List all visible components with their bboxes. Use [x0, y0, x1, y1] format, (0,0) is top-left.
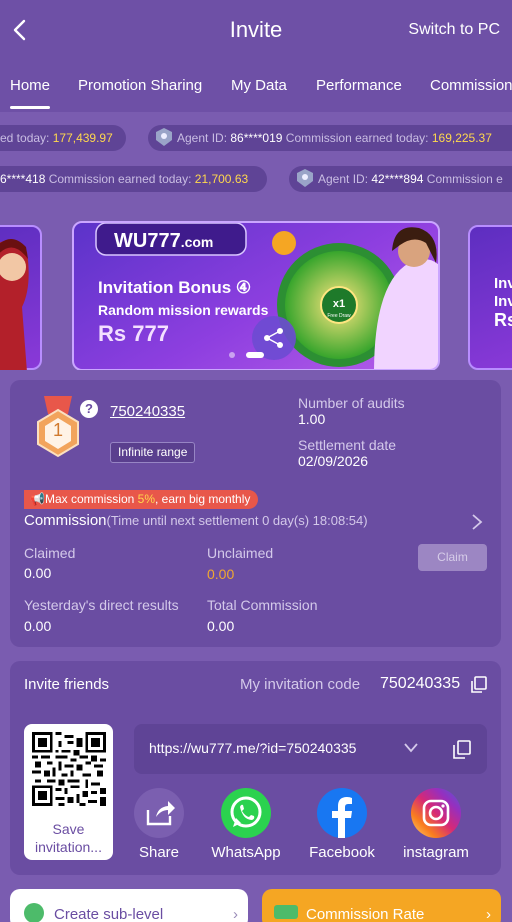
- yesterday-value: 0.00: [24, 618, 52, 634]
- create-sub-level-button[interactable]: Create sub-level ›: [10, 889, 248, 922]
- claimed-value: 0.00: [24, 565, 52, 581]
- ticker-item: 6****418 Commission earned today: 21,700…: [0, 166, 267, 192]
- invite-title: Invite friends: [24, 676, 110, 693]
- create-sub-level-label: Create sub-level: [54, 906, 164, 922]
- invitation-code-label: My invitation code: [240, 676, 361, 693]
- promo-banner-carousel[interactable]: WU777.com Invitation Bonus ④ Random miss…: [0, 205, 512, 370]
- yesterday-label: Yesterday's direct results: [24, 597, 179, 613]
- invitation-url-field[interactable]: https://wu777.me/?id=750240335: [134, 724, 487, 774]
- claim-button[interactable]: Claim: [418, 544, 487, 571]
- money-icon: [274, 905, 298, 919]
- chevron-down-icon[interactable]: [404, 743, 418, 753]
- facebook-icon[interactable]: [317, 788, 367, 838]
- range-badge: Infinite range: [110, 442, 196, 463]
- settlement-value: 02/09/2026: [298, 453, 369, 469]
- ticker-item: ed today: 177,439.97: [0, 125, 126, 151]
- level-number: 1: [52, 420, 63, 440]
- instagram-label[interactable]: instagram: [396, 844, 476, 861]
- user-id: 750240335: [110, 403, 186, 420]
- chevron-right-icon: ›: [233, 906, 238, 922]
- megaphone-icon: 📢: [30, 492, 45, 506]
- unclaimed-value: 0.00: [207, 566, 235, 582]
- agent-badge-icon: [156, 128, 172, 147]
- brand-logo: WU777.com: [114, 230, 213, 252]
- ticker-item: Agent ID: 42****894 Commission e: [289, 166, 512, 192]
- commission-ticker-row: 6****418 Commission earned today: 21,700…: [0, 166, 512, 194]
- banner-next[interactable]: Inv Inv Rs: [468, 225, 512, 370]
- banner-amount: Rs 777: [98, 321, 169, 346]
- share-label[interactable]: Share: [134, 844, 184, 861]
- commission-rate-button[interactable]: Commission Rate ›: [262, 889, 501, 922]
- ticker-item: Agent ID: 86****019 Commission earned to…: [148, 125, 512, 151]
- carousel-dot-active: [246, 352, 264, 358]
- qr-code-card[interactable]: Save invitation...: [24, 724, 113, 860]
- tab-commission[interactable]: Commission: [430, 77, 512, 94]
- save-invitation-label: Save invitation...: [35, 821, 102, 855]
- banner-prev[interactable]: [0, 225, 42, 370]
- banner-next-text: Rs: [494, 310, 512, 330]
- switch-to-pc-link[interactable]: Switch to PC: [408, 21, 500, 39]
- claimed-label: Claimed: [24, 545, 76, 561]
- add-user-icon: [24, 903, 44, 922]
- help-icon[interactable]: ?: [80, 400, 98, 418]
- character-illustration: [0, 239, 29, 370]
- share-icon[interactable]: [134, 788, 184, 838]
- max-commission-badge: 📢Max commission 5%, earn big monthly: [24, 490, 259, 509]
- tab-my-data[interactable]: My Data: [231, 77, 287, 94]
- whatsapp-label[interactable]: WhatsApp: [206, 844, 286, 861]
- invitation-code-value: 750240335: [380, 675, 461, 692]
- audits-value: 1.00: [298, 411, 326, 427]
- svg-text:Free Draw: Free Draw: [327, 313, 351, 319]
- total-commission-value: 0.00: [207, 618, 235, 634]
- commission-heading[interactable]: Commission(Time until next settlement 0 …: [24, 512, 368, 529]
- facebook-label[interactable]: Facebook: [302, 844, 382, 861]
- tab-performance[interactable]: Performance: [316, 77, 402, 94]
- banner-next-text: Inv: [494, 275, 512, 292]
- commission-ticker-row: ed today: 177,439.97 Agent ID: 86****019…: [0, 125, 512, 153]
- qr-code: [32, 732, 106, 806]
- chevron-right-icon: ›: [486, 906, 491, 922]
- banner-subline: Random mission rewards: [98, 302, 269, 318]
- chevron-right-icon[interactable]: [470, 513, 484, 531]
- whatsapp-icon[interactable]: [221, 788, 271, 838]
- commission-rate-label: Commission Rate: [306, 906, 425, 922]
- instagram-icon[interactable]: [411, 788, 461, 838]
- svg-text:x1: x1: [333, 298, 345, 310]
- tab-home[interactable]: Home: [10, 77, 50, 94]
- audits-label: Number of audits: [298, 395, 405, 411]
- invitation-url: https://wu777.me/?id=750240335: [149, 740, 357, 756]
- copy-link-icon[interactable]: [453, 740, 471, 759]
- banner-next-text: Inv: [494, 293, 512, 310]
- carousel-indicator: [0, 352, 512, 362]
- top-bar: Invite Switch to PC: [0, 0, 512, 60]
- tab-promotion-sharing[interactable]: Promotion Sharing: [78, 77, 202, 94]
- total-commission-label: Total Commission: [207, 597, 318, 613]
- settlement-label: Settlement date: [298, 437, 397, 453]
- carousel-dot: [229, 352, 235, 358]
- banner-invitation-bonus[interactable]: WU777.com Invitation Bonus ④ Random miss…: [72, 221, 440, 370]
- tab-bar: Home Promotion Sharing My Data Performan…: [0, 60, 512, 112]
- banner-artwork: WU777.com Invitation Bonus ④ Random miss…: [95, 223, 438, 369]
- banner-headline: Invitation Bonus ④: [98, 278, 251, 297]
- copy-icon[interactable]: [471, 676, 487, 693]
- agent-badge-icon: [297, 169, 313, 188]
- active-tab-indicator: [10, 106, 50, 109]
- unclaimed-label: Unclaimed: [207, 545, 274, 561]
